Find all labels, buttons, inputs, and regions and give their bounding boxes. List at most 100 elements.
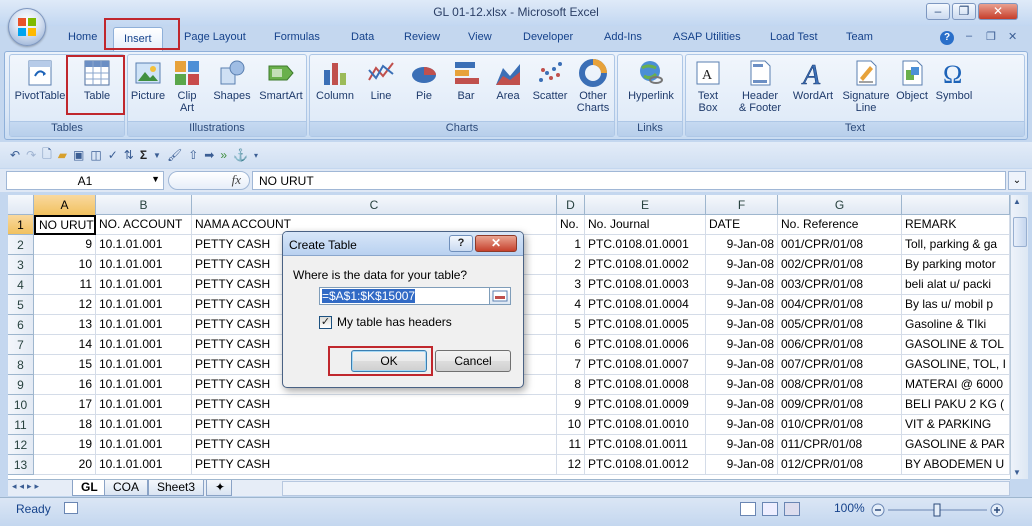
table-cell[interactable]: GASOLINE & PAR — [902, 435, 1010, 455]
row-header[interactable]: 12 — [8, 435, 34, 455]
table-cell[interactable]: PTC.0108.01.0003 — [585, 275, 706, 295]
signature-line-button[interactable]: Signature Line — [838, 58, 894, 114]
table-cell[interactable]: 004/CPR/01/08 — [778, 295, 902, 315]
page-break-view-icon[interactable] — [784, 502, 800, 516]
column-header-b[interactable]: B — [96, 195, 192, 215]
table-cell[interactable]: No. Journal — [585, 215, 706, 235]
tab-add-ins[interactable]: Add-Ins — [604, 31, 642, 43]
table-cell[interactable]: MATERAI @ 6000 — [902, 375, 1010, 395]
table-cell[interactable]: 19 — [34, 435, 96, 455]
wordart-button[interactable]: A WordArt — [790, 58, 836, 102]
help-icon[interactable]: ? — [940, 31, 954, 45]
table-cell[interactable]: 10 — [557, 415, 585, 435]
column-header-f[interactable]: F — [706, 195, 778, 215]
restore-button[interactable]: ❐ — [952, 3, 976, 20]
cancel-button[interactable]: Cancel — [435, 350, 511, 372]
column-chart-button[interactable]: Column — [312, 58, 358, 102]
table-cell[interactable]: 9-Jan-08 — [706, 455, 778, 475]
column-header-e[interactable]: E — [585, 195, 706, 215]
table-cell[interactable]: GASOLINE, TOL, I — [902, 355, 1010, 375]
table-cell[interactable]: PTC.0108.01.0004 — [585, 295, 706, 315]
office-button[interactable] — [8, 8, 46, 46]
tab-team[interactable]: Team — [846, 31, 873, 43]
table-cell[interactable]: 6 — [557, 335, 585, 355]
horizontal-scrollbar[interactable] — [282, 481, 1010, 496]
select-all-corner[interactable] — [8, 195, 34, 215]
spelling-icon[interactable]: ✓ — [108, 148, 118, 162]
tab-developer[interactable]: Developer — [523, 31, 573, 43]
table-cell[interactable]: 9-Jan-08 — [706, 415, 778, 435]
row-header[interactable]: 4 — [8, 275, 34, 295]
normal-view-icon[interactable] — [740, 502, 756, 516]
table-cell[interactable]: 003/CPR/01/08 — [778, 275, 902, 295]
arrow-right-icon[interactable]: ➡ — [204, 148, 214, 162]
insert-function-button[interactable]: fx — [168, 171, 250, 190]
table-cell[interactable]: 005/CPR/01/08 — [778, 315, 902, 335]
table-cell[interactable]: 10.1.01.001 — [96, 375, 192, 395]
page-layout-view-icon[interactable] — [762, 502, 778, 516]
table-cell[interactable]: By parking motor — [902, 255, 1010, 275]
redo-icon[interactable]: ↷ — [26, 148, 36, 162]
close-button[interactable]: ✕ — [978, 3, 1018, 20]
tab-home[interactable]: Home — [68, 31, 97, 43]
table-cell[interactable]: No. — [557, 215, 585, 235]
table-cell[interactable]: 9 — [557, 395, 585, 415]
hyperlink-button[interactable]: Hyperlink — [622, 58, 680, 102]
sum-icon[interactable]: Σ — [140, 148, 147, 162]
headers-checkbox[interactable]: ✓ — [319, 316, 332, 329]
table-cell[interactable]: BY ABODEMEN U — [902, 455, 1010, 475]
dialog-close-button[interactable]: ✕ — [475, 235, 517, 252]
row-header[interactable]: 5 — [8, 295, 34, 315]
collapse-dialog-button[interactable] — [489, 287, 511, 305]
table-cell[interactable]: 12 — [34, 295, 96, 315]
ribbon-minimize-icon[interactable]: – — [966, 30, 972, 42]
column-header-g[interactable]: G — [778, 195, 902, 215]
sheet-tab-sheet3[interactable]: Sheet3 — [148, 480, 205, 496]
table-cell[interactable]: 7 — [557, 355, 585, 375]
zoom-level[interactable]: 100% — [834, 501, 865, 515]
insert-sheet-icon[interactable]: ✦ — [206, 480, 232, 496]
table-cell[interactable]: 9-Jan-08 — [706, 355, 778, 375]
dialog-help-button[interactable]: ? — [449, 235, 473, 252]
table-cell[interactable]: 10.1.01.001 — [96, 455, 192, 475]
tab-view[interactable]: View — [468, 31, 492, 43]
vertical-scrollbar[interactable]: ▲ ▼ — [1010, 195, 1028, 479]
ok-button[interactable]: OK — [351, 350, 427, 372]
table-cell[interactable]: PTC.0108.01.0010 — [585, 415, 706, 435]
table-cell[interactable]: 9-Jan-08 — [706, 295, 778, 315]
ribbon-restore-icon[interactable]: ❐ — [986, 30, 996, 43]
pie-chart-button[interactable]: Pie — [404, 58, 444, 102]
tab-load-test[interactable]: Load Test — [770, 31, 818, 43]
row-header[interactable]: 8 — [8, 355, 34, 375]
table-cell[interactable]: 10.1.01.001 — [96, 235, 192, 255]
table-cell[interactable]: 10.1.01.001 — [96, 435, 192, 455]
table-cell[interactable]: 5 — [557, 315, 585, 335]
table-cell[interactable]: 9-Jan-08 — [706, 255, 778, 275]
table-cell[interactable]: 10.1.01.001 — [96, 255, 192, 275]
column-header-h[interactable] — [902, 195, 1010, 215]
table-cell[interactable]: PETTY CASH — [192, 455, 557, 475]
table-cell[interactable]: 3 — [557, 275, 585, 295]
row-header[interactable]: 6 — [8, 315, 34, 335]
formula-input[interactable]: NO URUT — [252, 171, 1006, 190]
table-cell[interactable]: 20 — [34, 455, 96, 475]
row-header[interactable]: 10 — [8, 395, 34, 415]
row-header[interactable]: 2 — [8, 235, 34, 255]
table-cell[interactable]: PETTY CASH — [192, 395, 557, 415]
table-cell[interactable]: 10.1.01.001 — [96, 335, 192, 355]
column-header-c[interactable]: C — [192, 195, 557, 215]
shapes-button[interactable]: Shapes — [210, 58, 254, 102]
table-cell[interactable]: 9-Jan-08 — [706, 335, 778, 355]
scatter-chart-button[interactable]: Scatter — [530, 58, 570, 102]
table-cell[interactable]: PTC.0108.01.0002 — [585, 255, 706, 275]
row-header[interactable]: 11 — [8, 415, 34, 435]
table-cell[interactable]: PTC.0108.01.0009 — [585, 395, 706, 415]
smartart-button[interactable]: SmartArt — [256, 58, 306, 102]
table-cell[interactable]: PTC.0108.01.0012 — [585, 455, 706, 475]
table-cell[interactable]: 10 — [34, 255, 96, 275]
table-cell[interactable]: 011/CPR/01/08 — [778, 435, 902, 455]
sheet-navigation-icon[interactable]: ◂◂▸▸ — [12, 481, 42, 492]
row-header[interactable]: 9 — [8, 375, 34, 395]
macro-record-icon[interactable] — [64, 502, 78, 514]
sort-icon[interactable]: ⇅ — [124, 148, 134, 162]
